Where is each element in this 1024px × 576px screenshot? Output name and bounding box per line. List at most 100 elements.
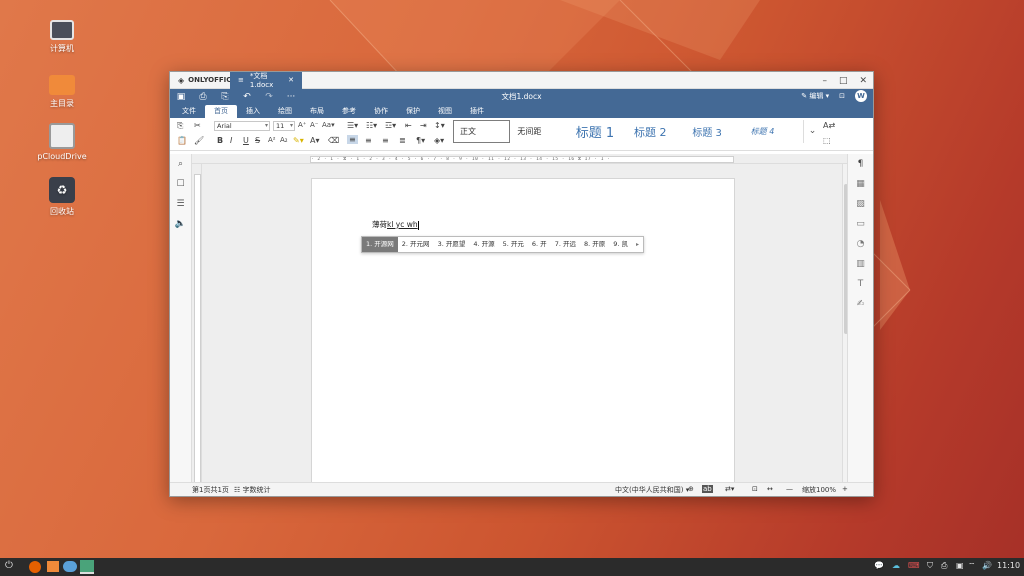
document-tab[interactable]: ≡ *文档1.docx ✕ xyxy=(230,71,302,89)
edit-mode-button[interactable]: ✎ 编辑 ▾ xyxy=(801,91,829,101)
shading-icon[interactable]: ◈▾ xyxy=(434,136,444,145)
text-art-icon[interactable]: T xyxy=(848,274,873,294)
print-icon[interactable]: ⎙ xyxy=(192,92,214,102)
paragraph-marks-icon[interactable]: ¶▾ xyxy=(416,136,425,145)
change-style-icon[interactable]: A⇄ xyxy=(823,121,835,130)
open-location-icon[interactable]: ⊡ xyxy=(839,92,845,100)
ime-candidate[interactable]: 2. 开元网 xyxy=(398,237,434,252)
wechat-icon[interactable]: 💬 xyxy=(874,561,884,570)
font-size-select[interactable]: 11 xyxy=(273,121,295,131)
speaker-icon[interactable]: 🔈 xyxy=(170,214,191,234)
tab-item[interactable]: 视图 xyxy=(429,105,461,118)
font-color-icon[interactable]: A▾ xyxy=(310,136,320,145)
align-left-icon[interactable]: ≡ xyxy=(347,135,358,144)
close-window-icon[interactable]: ✕ xyxy=(859,76,867,86)
undo-icon[interactable]: ↶ xyxy=(236,92,258,102)
desktop-icon-pclouddrive[interactable]: pCloudDrive xyxy=(30,123,94,161)
change-case-icon[interactable]: Aa▾ xyxy=(322,121,335,129)
maximize-icon[interactable]: □ xyxy=(839,76,848,86)
firefox-icon[interactable] xyxy=(29,561,41,573)
desktop-icon-computer[interactable]: 计算机 xyxy=(30,18,94,54)
search-icon[interactable]: ⌕ xyxy=(170,154,191,174)
copy-icon[interactable]: ⎘ xyxy=(177,121,183,131)
underline-icon[interactable]: U xyxy=(243,136,249,145)
decrease-indent-icon[interactable]: ⇤ xyxy=(405,121,412,130)
app-brand[interactable]: ◈ ONLYOFFICE xyxy=(170,76,236,85)
decrease-font-icon[interactable]: A⁻ xyxy=(310,121,318,129)
style-gallery-more-icon[interactable]: ⌄ xyxy=(803,120,821,143)
multilevel-list-icon[interactable]: ☲▾ xyxy=(385,121,396,130)
ime-candidate[interactable]: 6. 开 xyxy=(528,237,551,252)
style-heading-2[interactable]: 标题 2 xyxy=(628,120,685,143)
input-method-icon[interactable]: ⌨ xyxy=(908,561,920,570)
minimize-icon[interactable]: – xyxy=(822,76,827,86)
increase-font-icon[interactable]: A⁺ xyxy=(298,121,306,129)
word-count-button[interactable]: ☷ 字数统计 xyxy=(234,485,271,495)
increase-indent-icon[interactable]: ⇥ xyxy=(420,121,427,130)
comments-icon[interactable]: ☐ xyxy=(170,174,191,194)
document-page[interactable]: 薄荷kl yc wh 1. 开源网 2. 开元网 3. 开愿望 4. 开源 5. 开元 6… xyxy=(311,178,735,484)
horizontal-ruler[interactable]: · 2 · 1 · ⧖ · 1 · 2 · 3 · 4 · 5 · 6 · 7 … xyxy=(192,154,849,164)
fit-page-icon[interactable]: ⊡ xyxy=(752,485,758,493)
image-settings-icon[interactable]: ▨ xyxy=(848,194,873,214)
subscript-icon[interactable]: A₂ xyxy=(280,136,288,144)
chat-app-icon[interactable] xyxy=(63,561,77,572)
tab-item[interactable]: 参考 xyxy=(333,105,365,118)
font-name-select[interactable]: Arial xyxy=(214,121,270,131)
spellcheck-icon[interactable]: ab xyxy=(702,485,713,493)
ime-next-page-icon[interactable]: ▸ xyxy=(632,241,643,248)
justify-icon[interactable]: ≣ xyxy=(399,136,406,145)
redo-icon[interactable]: ↷ xyxy=(258,92,280,102)
ime-candidate[interactable]: 4. 开源 xyxy=(469,237,498,252)
ime-candidate[interactable]: 8. 开原 xyxy=(580,237,609,252)
cut-icon[interactable]: ✂ xyxy=(194,121,201,130)
select-all-icon[interactable]: ⬚ xyxy=(823,136,831,145)
align-center-icon[interactable]: ≡ xyxy=(365,136,372,145)
ime-candidate[interactable]: 3. 开愿望 xyxy=(434,237,470,252)
style-heading-3[interactable]: 标题 3 xyxy=(686,120,743,143)
volume-icon[interactable]: 🔊 xyxy=(982,561,992,570)
line-spacing-icon[interactable]: ↕▾ xyxy=(434,121,445,130)
tab-item[interactable]: 协作 xyxy=(365,105,397,118)
shield-icon[interactable]: ⛉ xyxy=(927,561,933,571)
tab-item[interactable]: 保护 xyxy=(397,105,429,118)
globe-icon[interactable]: ⊕ xyxy=(688,485,694,493)
tab-item[interactable]: 文件 xyxy=(173,105,205,118)
desktop-icon-home[interactable]: 主目录 xyxy=(30,73,94,109)
tab-item[interactable]: 绘图 xyxy=(269,105,301,118)
ime-candidate[interactable]: 9. 凯 xyxy=(609,237,632,252)
navigation-icon[interactable]: ☰ xyxy=(170,194,191,214)
tab-item[interactable]: 插入 xyxy=(237,105,269,118)
bullets-icon[interactable]: ☰▾ xyxy=(347,121,358,130)
paragraph-settings-icon[interactable]: ¶ xyxy=(848,154,873,174)
ime-candidate[interactable]: 5. 开元 xyxy=(499,237,528,252)
onlyoffice-taskbar-icon[interactable] xyxy=(80,560,94,574)
zoom-out-icon[interactable]: — xyxy=(786,485,793,493)
tab-item[interactable]: 首页 xyxy=(205,105,237,118)
desktop-icon-trash[interactable]: ♻ 回收站 xyxy=(30,177,94,217)
wifi-icon[interactable]: ⌔ xyxy=(968,561,976,571)
quick-print-icon[interactable]: ⎘ xyxy=(214,92,236,102)
strikethrough-icon[interactable]: S xyxy=(255,136,260,145)
shape-settings-icon[interactable]: ◔ xyxy=(848,234,873,254)
tab-item[interactable]: 插件 xyxy=(461,105,493,118)
header-footer-icon[interactable]: ▭ xyxy=(848,214,873,234)
more-icon[interactable]: ··· xyxy=(280,92,302,102)
avatar[interactable]: W xyxy=(855,90,867,102)
numbering-icon[interactable]: ☷▾ xyxy=(366,121,377,130)
device-icon[interactable]: ▣ xyxy=(956,561,964,570)
superscript-icon[interactable]: A² xyxy=(268,136,276,144)
paste-icon[interactable]: 📋 xyxy=(177,136,187,145)
tab-item[interactable]: 布局 xyxy=(301,105,333,118)
style-heading-4[interactable]: 标题 4 xyxy=(745,120,802,143)
start-menu-icon[interactable]: ⏻ xyxy=(5,560,13,574)
ime-candidate[interactable]: 1. 开源网 xyxy=(362,237,398,252)
clock[interactable]: 11:10 xyxy=(997,561,1020,570)
ime-candidate[interactable]: 7. 开远 xyxy=(551,237,580,252)
vertical-ruler[interactable] xyxy=(192,164,202,484)
save-icon[interactable]: ▣ xyxy=(170,92,192,102)
italic-icon[interactable]: I xyxy=(230,136,232,145)
style-no-spacing[interactable]: 无间距 xyxy=(511,120,568,143)
file-manager-icon[interactable] xyxy=(47,561,59,572)
fit-width-icon[interactable]: ↔ xyxy=(767,485,773,493)
